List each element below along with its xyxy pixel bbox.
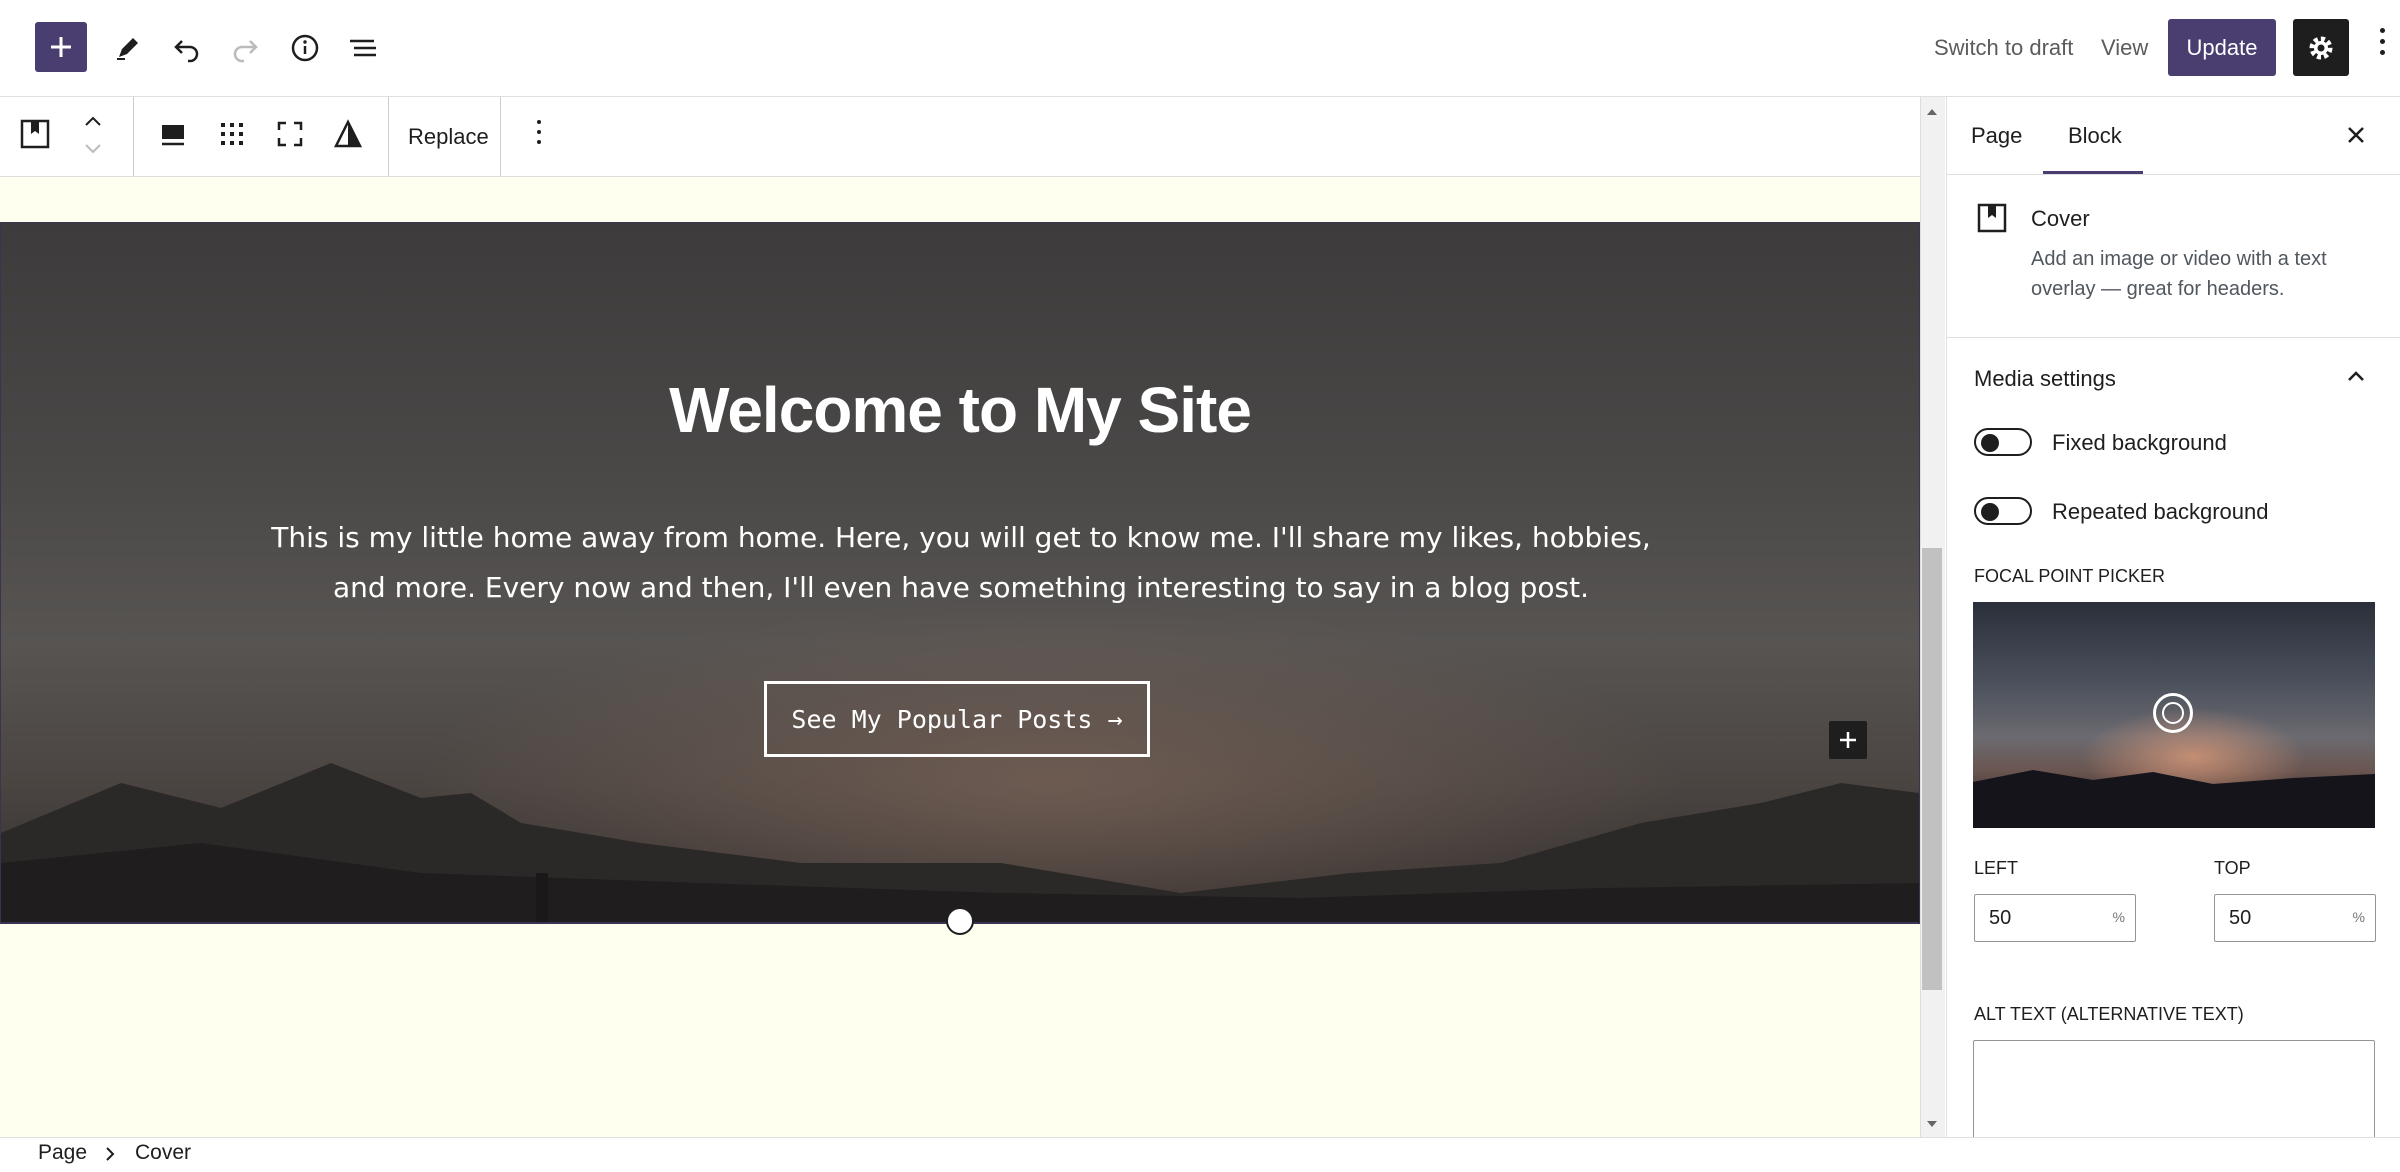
replace-media-button[interactable]: Replace — [408, 97, 489, 176]
settings-button[interactable] — [2293, 19, 2349, 76]
toolbar-separator — [133, 97, 134, 176]
fixed-background-toggle[interactable] — [1974, 428, 2032, 456]
full-height-button[interactable] — [264, 108, 316, 160]
alt-text-textarea[interactable] — [1973, 1040, 2375, 1150]
block-card-title: Cover — [2031, 206, 2090, 231]
view-button[interactable]: View — [2101, 24, 2148, 72]
sidebar-divider — [1946, 337, 2400, 338]
top-label: TOP — [2214, 858, 2251, 878]
info-icon — [291, 34, 319, 62]
list-view-button[interactable] — [337, 22, 389, 74]
cover-block[interactable]: Welcome to My Site This is my little hom… — [0, 222, 1920, 924]
cover-block-icon — [20, 119, 50, 149]
undo-icon — [174, 40, 199, 63]
scroll-down-arrow-icon[interactable] — [1925, 1116, 1939, 1134]
block-card-description: Add an image or video with a text overla… — [2031, 248, 2327, 300]
position-matrix-icon — [221, 123, 243, 145]
focal-point-handle[interactable] — [2153, 693, 2193, 733]
undo-button[interactable] — [161, 22, 213, 74]
media-settings-panel-title[interactable]: Media settings — [1974, 366, 2116, 392]
chevron-up-icon — [85, 116, 101, 126]
plus-icon — [1840, 732, 1856, 748]
position-bottom-icon — [162, 125, 184, 146]
breadcrumb-page[interactable]: Page — [38, 1141, 87, 1165]
alt-text-label: ALT TEXT (ALTERNATIVE TEXT) — [1974, 1004, 2244, 1024]
block-type-button[interactable] — [9, 108, 61, 160]
left-label: LEFT — [1974, 858, 2019, 878]
block-options-button[interactable] — [529, 120, 549, 156]
redo-button[interactable] — [219, 22, 271, 74]
sidebar-divider — [1946, 174, 2400, 175]
duotone-filter-button[interactable] — [322, 108, 374, 160]
chevron-up-icon — [2348, 371, 2364, 381]
duotone-icon — [333, 119, 363, 148]
percent-unit: % — [2112, 909, 2125, 925]
scroll-up-arrow-icon[interactable] — [1925, 104, 1939, 122]
pencil-icon — [117, 38, 138, 60]
tools-button[interactable] — [102, 22, 154, 74]
focal-point-picker-label: FOCAL POINT PICKER — [1974, 566, 2166, 586]
tab-block[interactable]: Block — [2068, 97, 2122, 175]
chevron-down-icon — [85, 144, 101, 154]
block-breadcrumb-bar — [0, 1137, 2400, 1172]
gear-icon — [2309, 36, 2333, 59]
close-icon — [2348, 127, 2364, 143]
change-content-position-button[interactable] — [206, 108, 258, 160]
more-vertical-icon — [529, 120, 549, 144]
block-inserter-button[interactable] — [35, 22, 87, 72]
percent-unit: % — [2352, 909, 2365, 925]
cover-resize-handle[interactable] — [946, 907, 974, 935]
panel-toggle-button[interactable] — [2343, 364, 2369, 395]
focal-left-value: 50 — [1989, 907, 2012, 929]
list-view-icon — [350, 39, 376, 57]
more-vertical-icon — [2379, 28, 2385, 55]
toolbar-separator — [388, 97, 389, 176]
popular-posts-button[interactable]: See My Popular Posts → — [764, 681, 1150, 757]
chevron-right-icon — [104, 1146, 116, 1167]
focal-left-input[interactable]: 50 % — [1974, 894, 2136, 942]
add-block-button[interactable] — [1829, 721, 1867, 759]
fixed-background-label: Fixed background — [2052, 430, 2227, 455]
content-position-button[interactable] — [147, 108, 199, 160]
fullscreen-icon — [277, 121, 303, 147]
focal-top-input[interactable]: 50 % — [2214, 894, 2376, 942]
cover-block-icon — [1976, 202, 2008, 239]
toggle-knob — [1981, 434, 1999, 452]
toolbar-separator — [500, 97, 501, 176]
focal-top-value: 50 — [2229, 907, 2252, 929]
toggle-knob — [1981, 503, 1999, 521]
cover-paragraph[interactable]: This is my little home away from home. H… — [271, 513, 1651, 613]
move-block-controls[interactable] — [80, 111, 106, 161]
breadcrumb-cover[interactable]: Cover — [135, 1141, 191, 1165]
close-sidebar-button[interactable] — [2343, 122, 2369, 153]
repeated-background-toggle[interactable] — [1974, 497, 2032, 525]
details-button[interactable] — [279, 22, 331, 74]
repeated-background-label: Repeated background — [2052, 499, 2269, 524]
update-button[interactable]: Update — [2168, 19, 2276, 76]
scrollbar-thumb[interactable] — [1922, 548, 1942, 990]
plus-icon — [51, 37, 71, 57]
cover-heading[interactable]: Welcome to My Site — [1, 373, 1919, 447]
tab-page[interactable]: Page — [1971, 97, 2022, 175]
switch-to-draft-button[interactable]: Switch to draft — [1934, 24, 2073, 72]
redo-icon — [233, 40, 258, 63]
options-menu-button[interactable] — [2374, 28, 2390, 68]
